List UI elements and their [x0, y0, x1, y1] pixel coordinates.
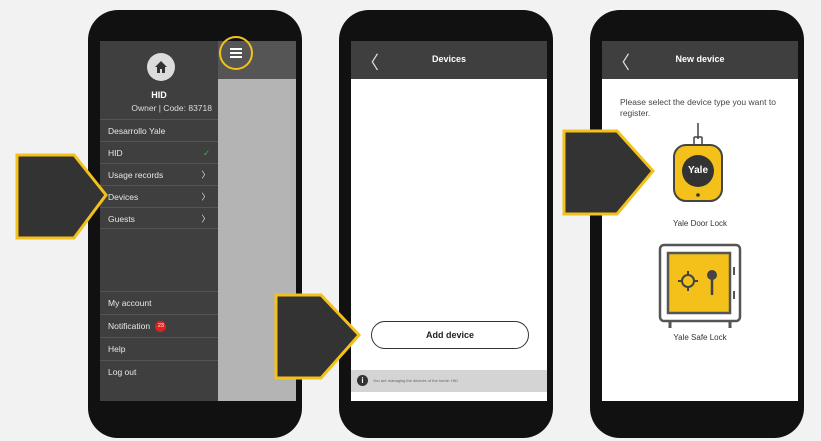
chevron-right-icon: 〉: [201, 214, 210, 224]
menu-item-hid[interactable]: HID ✓: [100, 141, 218, 163]
chevron-right-icon: 〉: [201, 192, 210, 202]
menu-item-devices[interactable]: Devices 〉: [100, 185, 218, 207]
menu-item-home[interactable]: Desarrollo Yale: [100, 119, 218, 141]
menu-item-my-account[interactable]: My account: [100, 291, 218, 313]
yale-logo: Yale: [688, 165, 709, 176]
menu-item-label: Log out: [108, 367, 137, 377]
info-bar: i You are managing the devices of the ho…: [351, 370, 547, 392]
side-menu: HID Owner | Code: 83718 Desarrollo Yale …: [100, 41, 218, 401]
safe-lock-option[interactable]: Yale Safe Lock: [602, 241, 798, 351]
menu-item-label: Help: [108, 344, 126, 354]
menu-item-log-out[interactable]: Log out: [100, 360, 218, 382]
devices-screen: 〈 Devices Add device i You are managing …: [351, 41, 547, 401]
phone-menu: HID Owner | Code: 83718 Desarrollo Yale …: [88, 10, 302, 438]
safe-lock-icon: [658, 243, 742, 328]
menu-item-usage-records[interactable]: Usage records 〉: [100, 163, 218, 185]
new-device-header: 〈 New device: [602, 41, 798, 79]
new-device-screen: 〈 New device Please select the device ty…: [602, 41, 798, 401]
devices-header: 〈 Devices: [351, 41, 547, 79]
menu-item-label: Devices: [108, 192, 139, 202]
menu-item-notification[interactable]: Notification 23: [100, 314, 218, 336]
owner-code: Owner | Code: 83718: [131, 103, 212, 113]
notification-badge: 23: [155, 321, 167, 333]
menu-item-label: My account: [108, 298, 152, 308]
menu-item-help[interactable]: Help: [100, 337, 218, 359]
phone-devices: 〈 Devices Add device i You are managing …: [339, 10, 553, 438]
user-name: HID: [151, 90, 167, 100]
callout-arrow-door-lock: [562, 129, 655, 216]
callout-arrow-add-device: [274, 293, 362, 380]
hamburger-menu-icon[interactable]: [219, 36, 253, 70]
page-title: Devices: [431, 54, 467, 64]
menu-item-label: Guests: [108, 214, 135, 224]
door-lock-label: Yale Door Lock: [672, 219, 728, 228]
chevron-right-icon: 〉: [201, 170, 210, 180]
menu-item-label: Desarrollo Yale: [108, 126, 166, 136]
page-title: New device: [675, 54, 725, 64]
menu-item-guests[interactable]: Guests 〉: [100, 207, 218, 229]
menu-screen: HID Owner | Code: 83718 Desarrollo Yale …: [100, 41, 296, 401]
home-icon[interactable]: [147, 53, 175, 81]
phone-new-device: 〈 New device Please select the device ty…: [590, 10, 804, 438]
callout-arrow-devices: [15, 153, 108, 240]
menu-item-label: Notification: [108, 321, 151, 331]
intro-text: Please select the device type you want t…: [620, 97, 776, 118]
safe-lock-label: Yale Safe Lock: [673, 333, 727, 342]
menu-item-label: Usage records: [108, 170, 164, 180]
info-text: You are managing the devices of the home…: [373, 378, 459, 383]
add-device-button[interactable]: Add device: [371, 321, 529, 349]
menu-item-label: HID: [108, 148, 123, 158]
check-icon: ✓: [202, 148, 210, 158]
